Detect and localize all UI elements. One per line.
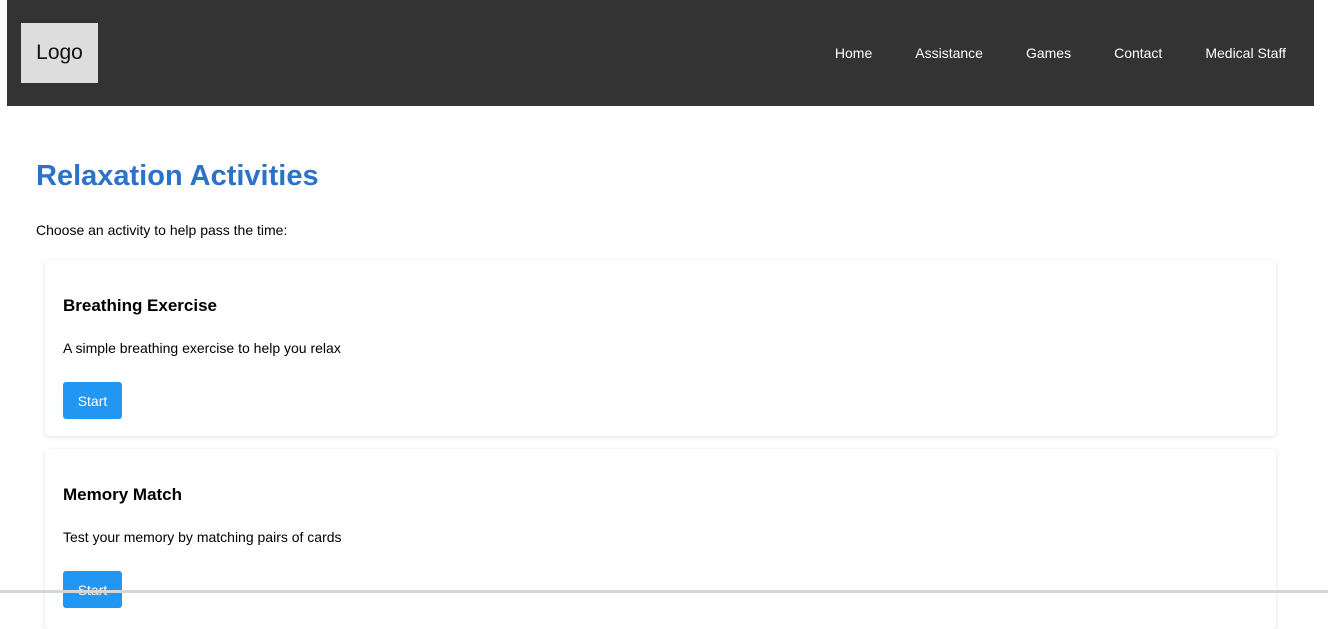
activity-title: Breathing Exercise	[63, 296, 217, 316]
nav-games[interactable]: Games	[997, 45, 1085, 61]
start-breathing-button[interactable]: Start	[63, 382, 122, 419]
site-header: Logo Home Assistance Games Contact Medic…	[7, 0, 1314, 106]
intro-text: Choose an activity to help pass the time…	[36, 222, 287, 238]
page-title: Relaxation Activities	[36, 160, 319, 193]
main-nav: Home Assistance Games Contact Medical St…	[835, 0, 1314, 106]
activity-description: Test your memory by matching pairs of ca…	[63, 529, 342, 545]
activity-title: Memory Match	[63, 485, 182, 505]
nav-assistance[interactable]: Assistance	[886, 45, 997, 61]
nav-medical-staff[interactable]: Medical Staff	[1176, 45, 1314, 61]
activity-description: A simple breathing exercise to help you …	[63, 340, 341, 356]
nav-home[interactable]: Home	[835, 45, 886, 61]
nav-contact[interactable]: Contact	[1085, 45, 1176, 61]
logo[interactable]: Logo	[21, 23, 98, 83]
activity-card-breathing: Breathing Exercise A simple breathing ex…	[45, 260, 1276, 436]
activity-card-memory: Memory Match Test your memory by matchin…	[45, 449, 1276, 629]
